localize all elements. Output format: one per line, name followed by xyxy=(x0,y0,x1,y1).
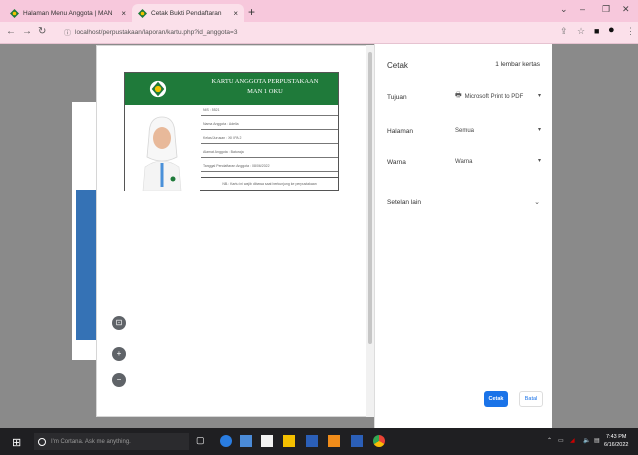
tab-search-icon[interactable]: ⌄ xyxy=(560,4,568,15)
close-window-icon[interactable]: ✕ xyxy=(622,4,630,15)
print-settings-panel: Cetak 1 lembar kertas Tujuan 🖶 Microsoft… xyxy=(374,44,552,428)
chevron-down-icon: ▾ xyxy=(537,127,541,133)
cortana-icon xyxy=(38,437,46,446)
app-blue-icon[interactable] xyxy=(351,435,363,447)
folder-icon[interactable] xyxy=(283,435,295,447)
tab-cetak-bukti[interactable]: Cetak Bukti Pendaftaran × xyxy=(132,4,244,22)
cortana-search-box[interactable]: I'm Cortana. Ask me anything. xyxy=(34,433,189,450)
fit-to-page-icon[interactable]: ⊡ xyxy=(112,316,126,330)
notification-icon[interactable]: ▤ xyxy=(594,437,600,444)
task-view-icon[interactable]: ▢ xyxy=(196,435,208,447)
card-field-nis: NIS : 5521 xyxy=(201,105,338,116)
share-icon[interactable]: ⇪ xyxy=(560,26,568,37)
destination-value: Microsoft Print to PDF xyxy=(464,93,524,100)
browser-toolbar: ← → ↻ ⓘ localhost/perpustakaan/laporan/k… xyxy=(0,22,638,44)
more-settings-toggle[interactable]: Setelan lain xyxy=(387,199,421,206)
word-icon[interactable] xyxy=(306,435,318,447)
volume-icon[interactable]: 🔈 xyxy=(583,437,590,444)
app-orange-icon[interactable] xyxy=(328,435,340,447)
cancel-button[interactable]: Batal xyxy=(519,391,543,407)
card-footer-note: NB.: Kartu ini wajib dibawa saat berkunj… xyxy=(201,177,338,190)
clock-date: 6/16/2022 xyxy=(604,442,629,448)
url-text: localhost/perpustakaan/laporan/kartu.php… xyxy=(75,29,238,36)
destination-label: Tujuan xyxy=(387,94,407,101)
chrome-icon[interactable] xyxy=(373,435,385,447)
tab-close-icon[interactable]: × xyxy=(233,9,238,18)
member-photo xyxy=(125,105,200,192)
tray-expand-icon[interactable]: ⌃ xyxy=(547,437,552,444)
color-label: Warna xyxy=(387,159,406,166)
edge-icon[interactable] xyxy=(220,435,232,447)
background-photo xyxy=(76,190,96,340)
color-value: Warna xyxy=(455,158,473,165)
tab-halaman-menu[interactable]: Halaman Menu Anggota | MAN × xyxy=(4,4,132,22)
pages-label: Halaman xyxy=(387,128,414,135)
card-field-name: Nama Anggota : Adelia xyxy=(201,119,338,130)
clock-time: 7:43 PM xyxy=(605,434,627,440)
card-field-class: Kelas/Jurusan : XII IPA 2 xyxy=(201,133,338,144)
cortana-placeholder: I'm Cortana. Ask me anything. xyxy=(51,438,131,445)
site-info-icon[interactable]: ⓘ xyxy=(64,28,71,38)
card-title-line2: MAN 1 OKU xyxy=(247,88,283,95)
tab-title: Cetak Bukti Pendaftaran xyxy=(151,9,222,17)
card-header: KARTU ANGGOTA PERPUSTAKAAN MAN 1 OKU xyxy=(125,73,338,105)
store-icon[interactable] xyxy=(261,435,273,447)
printer-icon: 🖶 xyxy=(455,92,462,99)
card-field-registration-date: Tanggal Pendaftaran Anggota : 08/06/2022 xyxy=(201,161,338,172)
chevron-down-icon: ▾ xyxy=(537,93,541,99)
reload-icon[interactable]: ↻ xyxy=(38,26,46,37)
member-card: KARTU ANGGOTA PERPUSTAKAAN MAN 1 OKU NIS… xyxy=(124,72,339,192)
taskbar-clock[interactable]: 7:43 PM 6/16/2022 xyxy=(604,433,628,449)
menu-kebab-icon[interactable]: ⋮ xyxy=(626,26,635,37)
card-title: KARTU ANGGOTA PERPUSTAKAAN MAN 1 OKU xyxy=(195,77,335,97)
preview-scrollbar-thumb[interactable] xyxy=(368,52,372,344)
windows-start-icon[interactable]: ⊞ xyxy=(12,436,21,449)
address-bar[interactable]: ⓘ localhost/perpustakaan/laporan/kartu.p… xyxy=(58,25,528,40)
member-photo-image xyxy=(125,105,200,192)
tab-title: Halaman Menu Anggota | MAN xyxy=(23,9,113,17)
windows-taskbar: ⊞ I'm Cortana. Ask me anything. ▢ ⌃ ▭ ◢ … xyxy=(0,428,638,455)
minimize-icon[interactable]: – xyxy=(580,4,585,14)
extension-icon[interactable]: ■ xyxy=(594,26,599,36)
favicon-icon xyxy=(138,8,147,18)
destination-select[interactable]: 🖶 Microsoft Print to PDF ▾ xyxy=(455,89,543,104)
tab-close-icon[interactable]: × xyxy=(121,9,126,18)
card-title-line1: KARTU ANGGOTA PERPUSTAKAAN xyxy=(211,78,319,85)
zoom-out-icon[interactable]: − xyxy=(112,373,126,387)
maximize-icon[interactable]: ❐ xyxy=(602,4,610,15)
print-button[interactable]: Cetak xyxy=(484,391,508,407)
pages-value: Semua xyxy=(455,127,475,134)
bookmark-star-icon[interactable]: ☆ xyxy=(577,26,585,37)
profile-avatar-icon[interactable]: ● xyxy=(608,24,615,36)
sheet-count: 1 lembar kertas xyxy=(495,61,540,68)
new-tab-icon[interactable]: + xyxy=(248,5,255,19)
back-icon[interactable]: ← xyxy=(6,26,16,37)
school-logo-icon xyxy=(149,80,167,98)
color-select[interactable]: Warna ▾ xyxy=(455,154,543,169)
print-preview-backdrop-right xyxy=(552,44,638,428)
zoom-in-icon[interactable]: + xyxy=(112,347,126,361)
chevron-down-icon[interactable]: ⌄ xyxy=(534,198,540,206)
tab-strip: Halaman Menu Anggota | MAN × Cetak Bukti… xyxy=(0,0,638,22)
battery-icon[interactable]: ▭ xyxy=(558,437,564,444)
favicon-icon xyxy=(10,8,19,18)
network-icon[interactable]: ◢ xyxy=(570,437,575,444)
forward-icon[interactable]: → xyxy=(22,26,32,37)
chevron-down-icon: ▾ xyxy=(537,158,541,164)
file-explorer-icon[interactable] xyxy=(240,435,252,447)
print-dialog-title: Cetak xyxy=(387,61,408,70)
card-field-address: Alamat Anggota : Baturaja xyxy=(201,147,338,158)
pages-select[interactable]: Semua ▾ xyxy=(455,123,543,138)
